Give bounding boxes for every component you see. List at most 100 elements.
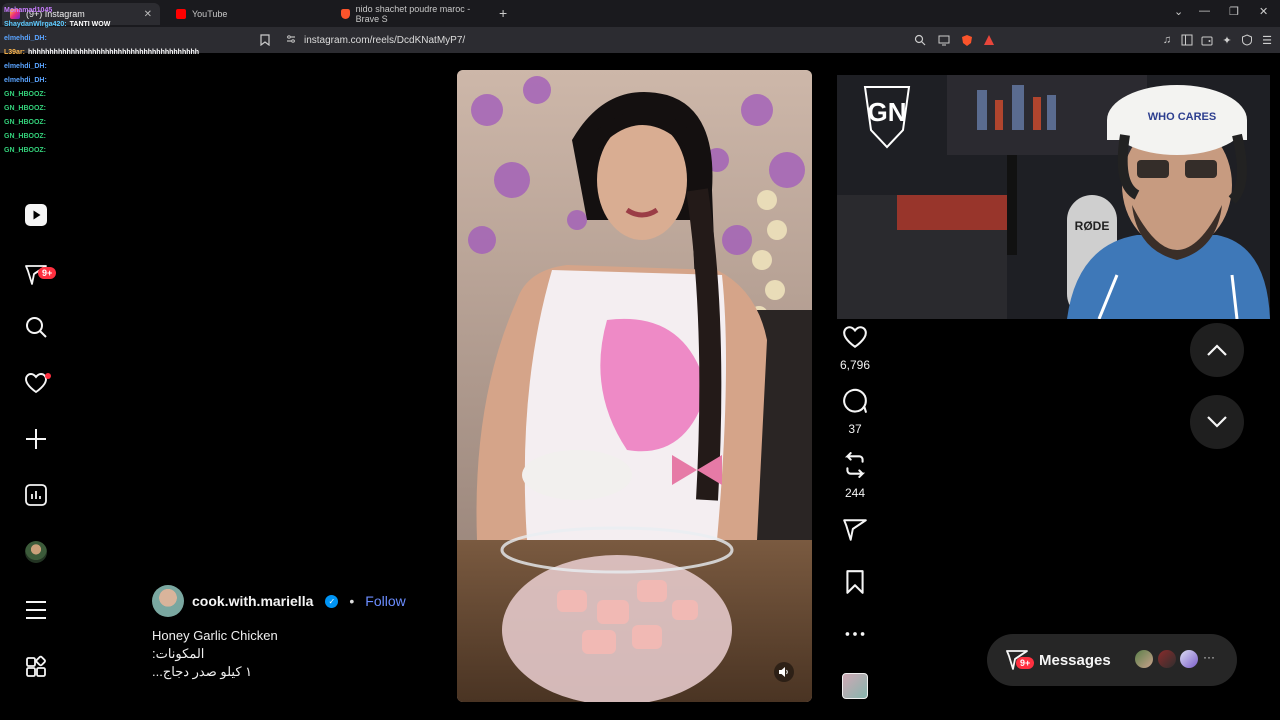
chevron-down-icon	[1207, 416, 1227, 428]
chat-message: elmehdi_DH:	[4, 74, 264, 88]
streamer-webcam: RØDE WHO CARES GN	[837, 75, 1270, 319]
chat-username: GN_HBOOZ:	[4, 91, 46, 98]
mic-brand: RØDE	[1075, 219, 1110, 233]
verified-badge-icon: ✓	[325, 594, 339, 608]
minimize-button[interactable]: —	[1199, 5, 1210, 17]
bookmark-icon	[846, 570, 864, 594]
comment-icon	[843, 388, 867, 413]
repost-count: 244	[844, 486, 866, 500]
sidebar-icon[interactable]	[1180, 33, 1194, 47]
caption-text[interactable]: Honey Garlic Chicken المكونات: ١ كيلو صد…	[152, 627, 442, 681]
chat-message: GN_HBOOZ:	[4, 130, 264, 144]
caption-line: Honey Garlic Chicken	[152, 628, 278, 643]
chat-message: GN_HBOOZ:	[4, 88, 264, 102]
chat-message: GN_HBOOZ:	[4, 144, 264, 158]
speaker-icon	[779, 667, 788, 677]
chat-message: elmehdi_DH:	[4, 32, 264, 46]
comment-button[interactable]: 37	[836, 388, 874, 436]
brave-shields-icon[interactable]	[960, 33, 974, 47]
chat-message: L39ar: hhhhhhhhhhhhhhhhhhhhhhhhhhhhhhhhhh…	[4, 46, 264, 60]
caption-line: ١ كيلو صدر دجاج...	[152, 664, 253, 679]
tab-search-button[interactable]: ⌄	[1174, 5, 1183, 18]
conversation-avatar	[1178, 648, 1200, 670]
stream-chat-overlay: Mohamad1045 ShaydanWlrga420: TANTI WOW elme…	[4, 4, 264, 158]
search-icon	[26, 317, 47, 338]
apps-grid-icon	[26, 655, 46, 677]
audio-thumbnail[interactable]	[842, 673, 868, 699]
messages-label: Messages	[1039, 651, 1111, 669]
new-tab-button[interactable]: +	[499, 5, 507, 21]
sidebar-item-profile[interactable]	[22, 538, 50, 566]
heart-icon	[843, 326, 867, 348]
conversation-avatar	[1156, 648, 1178, 670]
sidebar-item-create[interactable]	[22, 425, 50, 453]
chat-username: ShaydanWlrga420:	[4, 21, 67, 28]
plus-icon	[26, 429, 46, 449]
browser-menu-icon[interactable]: ☰	[1260, 33, 1274, 47]
tab-brave-search[interactable]: nido shachet poudre maroc - Brave S	[333, 3, 493, 25]
separator-dot: •	[349, 593, 355, 609]
reel-video[interactable]	[457, 70, 812, 702]
share-button[interactable]	[836, 517, 874, 548]
more-options-button[interactable]	[836, 621, 874, 652]
follow-button[interactable]: Follow	[365, 593, 405, 609]
previous-reel-button[interactable]	[1190, 323, 1244, 377]
more-horizontal-icon	[845, 632, 865, 636]
chat-message: elmehdi_DH:	[4, 60, 264, 74]
leo-ai-icon[interactable]: ✦	[1220, 33, 1234, 47]
conversation-avatar	[1133, 648, 1155, 670]
webcam-frame: RØDE WHO CARES GN	[837, 75, 1270, 319]
like-button[interactable]: 6,796	[836, 324, 874, 372]
sidebar-item-also-from-meta[interactable]	[22, 653, 50, 681]
zoom-icon[interactable]	[913, 33, 927, 47]
notification-dot	[45, 373, 51, 379]
chat-username: GN_HBOOZ:	[4, 119, 46, 126]
chat-message: GN_HBOOZ:	[4, 116, 264, 130]
chat-text: TANTI WOW	[69, 21, 111, 28]
author-avatar[interactable]	[152, 585, 184, 617]
url-text: instagram.com/reels/DcdKNatMyP7/	[304, 34, 466, 46]
like-count: 6,796	[839, 358, 871, 372]
close-window-button[interactable]: ✕	[1259, 5, 1268, 18]
messages-more: ···	[1203, 650, 1215, 664]
sidebar-item-more[interactable]	[22, 596, 50, 624]
reels-icon	[25, 204, 47, 226]
media-icon[interactable]: ♫	[1160, 33, 1174, 47]
site-info-icon[interactable]	[286, 34, 296, 47]
comment-count: 37	[848, 422, 862, 436]
chat-message: ShaydanWlrga420: TANTI WOW	[4, 18, 264, 32]
reel-caption: cook.with.mariella ✓ • Follow Honey Garl…	[152, 585, 442, 681]
chat-username: L39ar:	[4, 49, 26, 56]
tab-label: nido shachet poudre maroc - Brave S	[355, 4, 471, 24]
mute-button[interactable]	[774, 662, 794, 682]
sidebar-item-search[interactable]	[22, 313, 50, 341]
chat-username: elmehdi_DH:	[4, 63, 47, 70]
chat-username: Mohamad1045	[4, 7, 53, 14]
cap-text: WHO CARES	[1148, 111, 1216, 123]
chat-username: elmehdi_DH:	[4, 77, 47, 84]
next-reel-button[interactable]	[1190, 395, 1244, 449]
wallet-icon[interactable]	[1200, 33, 1214, 47]
save-button[interactable]	[836, 569, 874, 600]
chat-message: GN_HBOOZ:	[4, 102, 264, 116]
reel-video-frame	[457, 70, 812, 702]
brave-rewards-icon[interactable]	[982, 33, 996, 47]
author-username[interactable]: cook.with.mariella	[192, 593, 313, 609]
brave-favicon-icon	[341, 9, 350, 19]
cast-icon[interactable]	[937, 33, 951, 47]
repost-button[interactable]: 244	[836, 452, 874, 500]
menu-icon	[26, 601, 46, 619]
logo-text: GN	[868, 97, 907, 127]
vpn-icon[interactable]	[1240, 33, 1254, 47]
sidebar-item-reels[interactable]	[22, 201, 50, 229]
maximize-button[interactable]: ❐	[1229, 5, 1239, 18]
address-bar[interactable]: instagram.com/reels/DcdKNatMyP7/	[282, 30, 1002, 50]
reel-author: cook.with.mariella ✓ • Follow	[152, 585, 442, 617]
chevron-up-icon	[1207, 344, 1227, 356]
send-icon	[843, 519, 867, 541]
caption-line: المكونات:	[152, 646, 205, 661]
sidebar-item-dashboard[interactable]	[22, 481, 50, 509]
chat-text: hhhhhhhhhhhhhhhhhhhhhhhhhhhhhhhhhhhhhhhh	[28, 49, 200, 56]
dashboard-icon	[25, 484, 47, 506]
chat-username: GN_HBOOZ:	[4, 133, 46, 140]
